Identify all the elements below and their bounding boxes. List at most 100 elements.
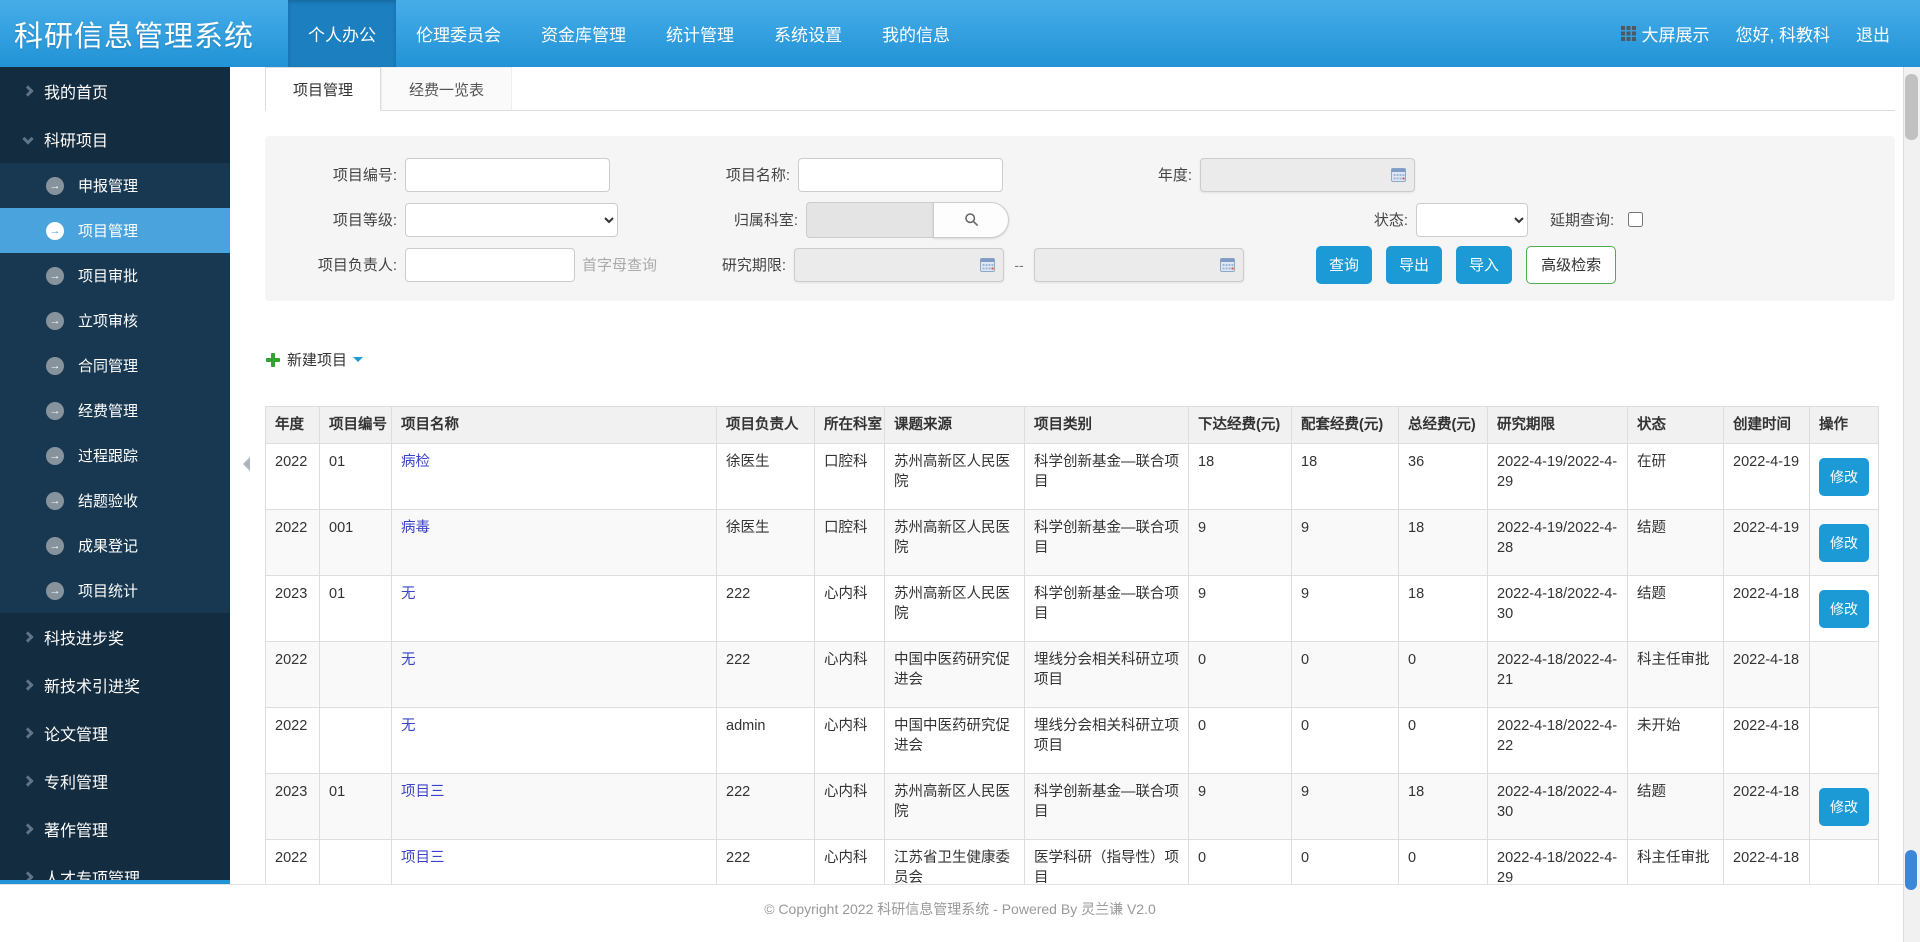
period-start-input[interactable] xyxy=(794,248,1004,282)
sidebar: 我的首页科研项目→申报管理 → 项目管理 → 项目审批 →立项审核→合同管理→经费管理→过… xyxy=(0,67,230,884)
delay-query-checkbox[interactable] xyxy=(1628,212,1643,227)
scrollbar-thumb[interactable] xyxy=(1905,74,1918,140)
main-content: 项目管理 经费一览表 项目编号: 项目名称: 年度: 项目等级: xyxy=(230,67,1920,884)
sidebar-subitem[interactable]: →过程跟踪 xyxy=(0,433,230,478)
sidebar-subitem-label: 项目审批 xyxy=(78,265,138,286)
tabbar: 项目管理 经费一览表 xyxy=(265,67,1895,111)
edit-button[interactable]: 修改 xyxy=(1819,524,1869,562)
sidebar-subitem[interactable]: →立项审核 xyxy=(0,298,230,343)
sidebar-item[interactable]: 人才专项管理 xyxy=(0,853,230,884)
table-cell-period: 2022-4-18/2022-4-30 xyxy=(1488,774,1628,840)
table-cell-year: 2023 xyxy=(266,774,320,840)
scrollbar-track[interactable] xyxy=(1903,67,1920,942)
table-cell-period: 2022-4-18/2022-4-30 xyxy=(1488,576,1628,642)
sidebar-subitem[interactable]: →项目统计 xyxy=(0,568,230,613)
project-name-link[interactable]: 病毒 xyxy=(401,520,430,536)
top-nav-item[interactable]: 资金库管理 xyxy=(521,0,646,67)
header-right: 大屏展示 您好, 科教科 退出 xyxy=(1621,0,1920,67)
projects-table: 年度项目编号项目名称项目负责人所在科室课题来源项目类别下达经费(元)配套经费(元… xyxy=(265,406,1879,884)
top-nav-item[interactable]: 个人办公 xyxy=(288,0,396,67)
search-button[interactable]: 查询 xyxy=(1316,246,1372,284)
sidebar-item[interactable]: 我的首页 xyxy=(0,67,230,115)
first-letter-hint: 首字母查询 xyxy=(582,254,657,275)
project-name-link[interactable]: 病检 xyxy=(401,454,430,470)
chevron-icon xyxy=(22,631,33,642)
export-button[interactable]: 导出 xyxy=(1386,246,1442,284)
sidebar-item[interactable]: 科技进步奖 xyxy=(0,613,230,661)
search-icon xyxy=(964,212,979,227)
table-cell-period: 2022-4-19/2022-4-28 xyxy=(1488,510,1628,576)
sidebar-item[interactable]: 专利管理 xyxy=(0,757,230,805)
edit-button[interactable]: 修改 xyxy=(1819,788,1869,826)
project-name-link[interactable]: 无 xyxy=(401,586,416,602)
table-row: 2022无admin心内科中国中医药研究促进会埋线分会相关科研立项项目00020… xyxy=(266,708,1879,774)
table-cell-funds_total: 0 xyxy=(1399,708,1488,774)
sidebar-subitem[interactable]: → 项目管理 xyxy=(0,208,230,253)
new-project-button[interactable]: 新建项目 xyxy=(265,349,363,370)
sidebar-subitem[interactable]: →结题验收 xyxy=(0,478,230,523)
user-greeting[interactable]: 您好, 科教科 xyxy=(1736,21,1830,46)
sidebar-collapse-handle[interactable] xyxy=(236,457,250,471)
scrollbar-thumb-blue[interactable] xyxy=(1905,850,1917,890)
edit-button[interactable]: 修改 xyxy=(1819,458,1869,496)
sidebar-subitem[interactable]: →经费管理 xyxy=(0,388,230,433)
advanced-search-button[interactable]: 高级检索 xyxy=(1526,246,1616,284)
project-level-select[interactable] xyxy=(405,203,618,237)
table-cell-funds_matching: 9 xyxy=(1292,576,1399,642)
tab-project-management[interactable]: 项目管理 xyxy=(265,67,381,111)
project-name-link[interactable]: 无 xyxy=(401,718,416,734)
table-cell-name: 项目三 xyxy=(392,774,717,840)
project-name-link[interactable]: 项目三 xyxy=(401,850,445,866)
dept-input[interactable] xyxy=(806,202,933,238)
table-cell-category: 科学创新基金—联合项目 xyxy=(1025,576,1189,642)
period-separator: -- xyxy=(1004,257,1034,273)
edit-button[interactable]: 修改 xyxy=(1819,590,1869,628)
sidebar-item-label: 我的首页 xyxy=(44,79,108,103)
table-cell-year: 2022 xyxy=(266,642,320,708)
year-label: 年度: xyxy=(1133,164,1200,185)
sidebar-item[interactable]: 新技术引进奖 xyxy=(0,661,230,709)
sidebar-item[interactable]: 论文管理 xyxy=(0,709,230,757)
tab-funds-overview[interactable]: 经费一览表 xyxy=(381,67,512,110)
sidebar-subitem[interactable]: → 项目审批 xyxy=(0,253,230,298)
table-cell-dept: 心内科 xyxy=(815,840,885,885)
table-cell-created: 2022-4-18 xyxy=(1724,774,1810,840)
sidebar-item[interactable]: 著作管理 xyxy=(0,805,230,853)
sidebar-subitem-label: 结题验收 xyxy=(78,490,138,511)
big-screen-link[interactable]: 大屏展示 xyxy=(1621,21,1710,46)
table-cell-status: 结题 xyxy=(1628,774,1724,840)
dept-search-button[interactable] xyxy=(933,202,1009,238)
table-cell-status: 在研 xyxy=(1628,444,1724,510)
logout-link[interactable]: 退出 xyxy=(1856,21,1890,46)
project-name-link[interactable]: 无 xyxy=(401,652,416,668)
year-input[interactable] xyxy=(1200,158,1415,192)
sidebar-subitem[interactable]: →申报管理 xyxy=(0,163,230,208)
import-button[interactable]: 导入 xyxy=(1456,246,1512,284)
sidebar-subitem[interactable]: →成果登记 xyxy=(0,523,230,568)
top-nav-item[interactable]: 统计管理 xyxy=(646,0,754,67)
sidebar-item[interactable]: 科研项目 xyxy=(0,115,230,163)
project-name-link[interactable]: 项目三 xyxy=(401,784,445,800)
column-header: 配套经费(元) xyxy=(1292,407,1399,444)
sidebar-item-label: 人才专项管理 xyxy=(44,865,140,884)
arrow-circle-icon: → xyxy=(46,267,64,285)
status-select[interactable] xyxy=(1416,203,1528,237)
sidebar-subitem-label: 项目管理 xyxy=(78,220,138,241)
top-nav-item[interactable]: 我的信息 xyxy=(862,0,970,67)
table-cell-leader: admin xyxy=(717,708,815,774)
column-header: 状态 xyxy=(1628,407,1724,444)
period-end-input[interactable] xyxy=(1034,248,1244,282)
column-header: 下达经费(元) xyxy=(1189,407,1292,444)
arrow-circle-icon: → xyxy=(46,222,64,240)
project-code-input[interactable] xyxy=(405,158,610,192)
sidebar-subitem[interactable]: →合同管理 xyxy=(0,343,230,388)
top-nav-item[interactable]: 系统设置 xyxy=(754,0,862,67)
table-cell-code xyxy=(320,840,392,885)
top-nav-item[interactable]: 伦理委员会 xyxy=(396,0,521,67)
chevron-icon xyxy=(22,133,33,144)
project-leader-input[interactable] xyxy=(405,248,575,282)
chevron-icon xyxy=(22,727,33,738)
table-row: 202301无222心内科苏州高新区人民医院科学创新基金—联合项目9918202… xyxy=(266,576,1879,642)
project-name-input[interactable] xyxy=(798,158,1003,192)
table-cell-period: 2022-4-18/2022-4-29 xyxy=(1488,840,1628,885)
